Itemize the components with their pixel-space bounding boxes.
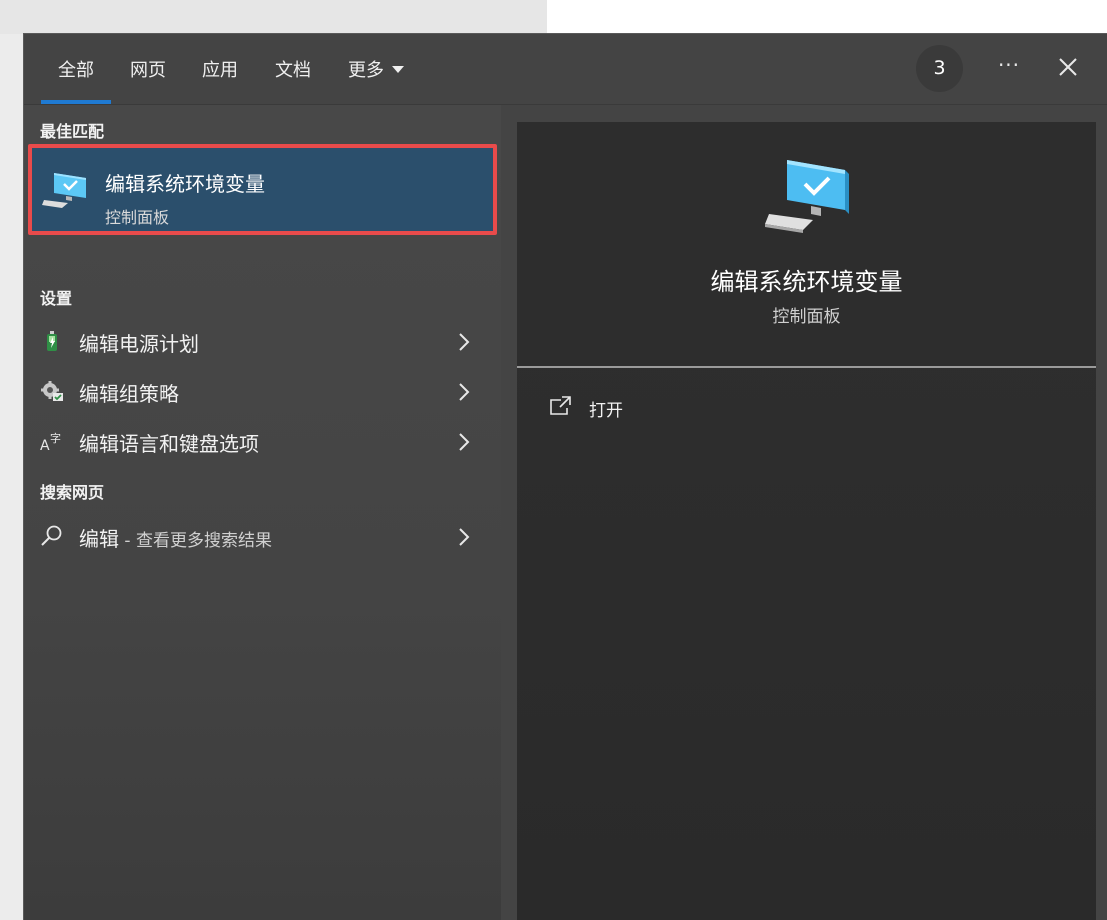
best-match-item[interactable]: 编辑系统环境变量 控制面板 [28,144,497,235]
computer-check-icon [765,160,849,233]
svg-text:A: A [40,438,50,453]
settings-heading: 设置 [40,289,73,308]
chevron-right-icon [459,433,470,451]
tab-documents[interactable]: 文档 [275,56,311,104]
open-external-icon [550,396,571,415]
tab-more[interactable]: 更多 [348,56,404,104]
results-list: 最佳匹配 编辑系统环境变量 控制面板 设置 编辑电源计划 编辑组策略 A 字 编… [24,105,501,920]
search-tab-bar: 全部 网页 应用 文档 更多 3 ··· [24,34,1107,105]
background-window-right [547,0,1107,34]
more-options-button[interactable]: ··· [992,50,1026,84]
best-match-heading: 最佳匹配 [40,122,105,141]
search-icon [41,525,62,546]
background-window-left [0,0,547,34]
chevron-right-icon [459,383,470,401]
preview-pane: 编辑系统环境变量 控制面板 打开 [517,122,1096,920]
language-icon: A 字 [40,431,61,453]
settings-item-label: 编辑组策略 [79,382,179,406]
search-panel: 全部 网页 应用 文档 更多 3 ··· 最佳匹配 编辑系统环境变量 控制面板 [23,33,1107,920]
web-search-label: 编辑 - 查看更多搜索结果 [79,523,272,552]
chevron-right-icon [459,528,470,546]
settings-item-label: 编辑电源计划 [79,332,199,356]
best-match-name: 编辑系统环境变量 [105,172,265,196]
rewards-count-badge[interactable]: 3 [916,45,963,92]
tab-apps[interactable]: 应用 [202,56,238,104]
preview-subtitle: 控制面板 [772,307,841,327]
web-search-hint: - 查看更多搜索结果 [119,531,272,551]
search-web-heading: 搜索网页 [40,483,105,502]
preview-header: 编辑系统环境变量 控制面板 [517,122,1096,368]
close-button[interactable] [1052,51,1084,83]
settings-item-group-policy[interactable]: 编辑组策略 [24,367,501,417]
settings-item-language-keyboard[interactable]: A 字 编辑语言和键盘选项 [24,417,501,467]
computer-check-icon [42,173,86,208]
tab-all[interactable]: 全部 [41,56,111,104]
preview-title: 编辑系统环境变量 [710,268,903,296]
caret-down-icon [392,65,404,73]
settings-item-power-plan[interactable]: 编辑电源计划 [24,317,501,367]
web-search-result[interactable]: 编辑 - 查看更多搜索结果 [24,512,501,562]
group-policy-icon [41,381,63,401]
web-search-query: 编辑 [79,527,119,551]
close-icon [1059,58,1077,76]
tab-web[interactable]: 网页 [130,56,166,104]
open-action-label: 打开 [589,401,623,421]
chevron-right-icon [459,333,470,351]
battery-icon [47,331,57,351]
best-match-subtitle: 控制面板 [105,208,170,227]
svg-text:字: 字 [50,431,61,445]
settings-item-label: 编辑语言和键盘选项 [79,432,259,456]
